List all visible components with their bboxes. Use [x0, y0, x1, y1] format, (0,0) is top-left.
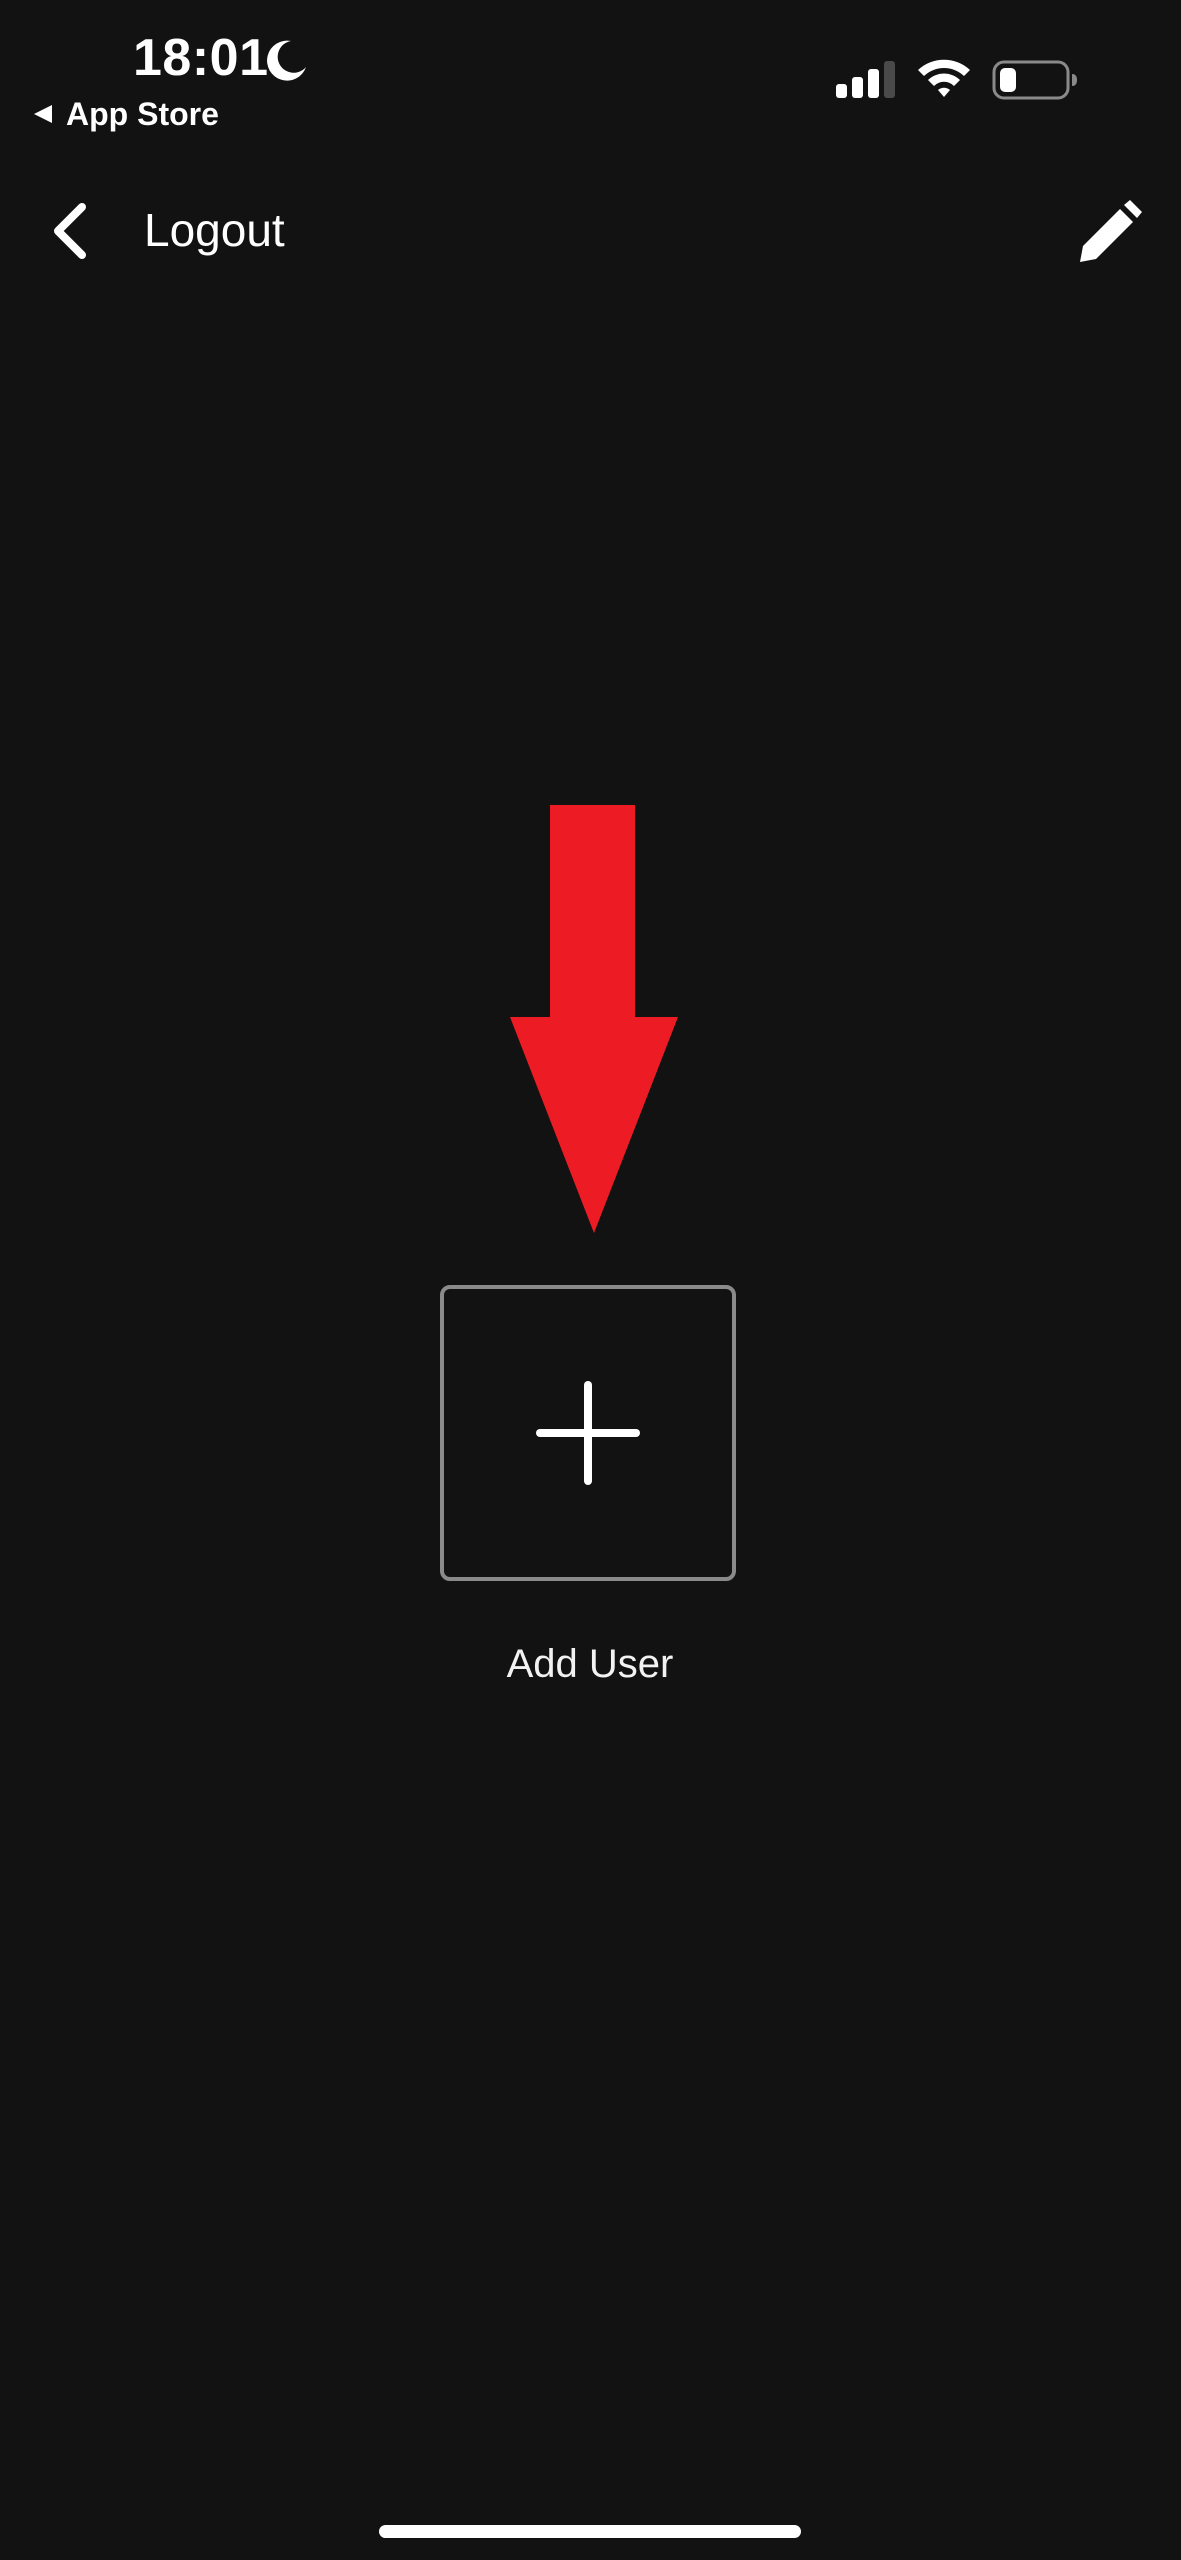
- edit-button[interactable]: [1072, 196, 1146, 270]
- chevron-left-icon: [54, 203, 86, 259]
- home-indicator[interactable]: [379, 2525, 801, 2538]
- plus-icon: [536, 1381, 640, 1485]
- pencil-icon: [1080, 200, 1142, 262]
- cellular-signal-icon: [836, 61, 895, 98]
- back-button[interactable]: [40, 196, 100, 266]
- page-title: Logout: [144, 204, 285, 256]
- back-to-app-link[interactable]: App Store: [32, 94, 219, 134]
- battery-icon: [992, 60, 1077, 100]
- back-to-app-label: App Store: [66, 96, 219, 132]
- add-user-button[interactable]: [440, 1285, 736, 1581]
- status-time: 18:01: [133, 29, 269, 87]
- back-triangle-icon: [34, 105, 52, 123]
- do-not-disturb-moon-icon: [267, 40, 306, 81]
- add-user-label: Add User: [506, 1642, 674, 1686]
- wifi-icon: [918, 59, 970, 97]
- annotation-arrow: [510, 805, 678, 1233]
